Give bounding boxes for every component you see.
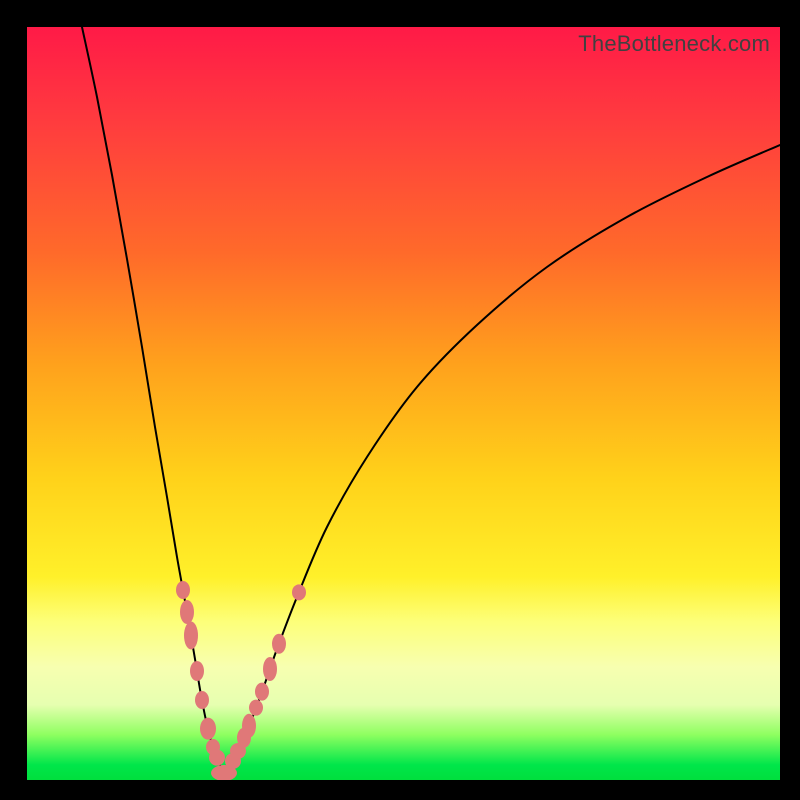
plot-area: TheBottleneck.com [27, 27, 780, 780]
watermark-text: TheBottleneck.com [578, 31, 770, 57]
data-marker [209, 750, 225, 766]
data-marker [176, 581, 190, 599]
data-marker [249, 700, 263, 716]
data-marker [242, 714, 256, 738]
data-marker [263, 657, 277, 681]
data-markers [176, 581, 306, 780]
data-marker [272, 634, 286, 654]
curve-layer [27, 27, 780, 780]
data-marker [292, 584, 306, 600]
outer-frame: TheBottleneck.com [0, 0, 800, 800]
data-marker [255, 683, 269, 701]
data-marker [180, 600, 194, 624]
data-marker [195, 691, 209, 709]
data-marker [190, 661, 204, 681]
curve-left-branch [82, 27, 224, 773]
curve-right-branch [224, 145, 780, 773]
data-marker [200, 718, 216, 740]
data-marker [184, 622, 198, 650]
